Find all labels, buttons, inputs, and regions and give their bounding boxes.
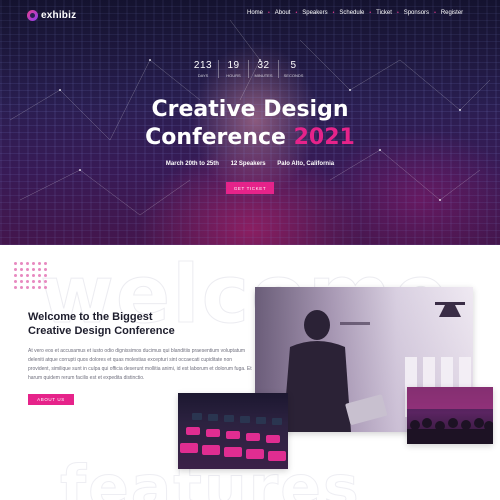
- hero-title-year: 2021: [293, 125, 355, 150]
- countdown-value: 32: [257, 60, 270, 71]
- event-date: March 20th to 25th: [165, 161, 219, 167]
- nav-separator-icon: •: [396, 10, 399, 16]
- welcome-title: Welcome to the Biggest Creative Design C…: [28, 310, 248, 338]
- nav-separator-icon: •: [268, 10, 270, 16]
- nav-separator-icon: •: [369, 10, 372, 16]
- countdown-seconds: 5 Seconds: [278, 60, 308, 78]
- nav-item-ticket[interactable]: Ticket: [376, 10, 392, 17]
- nav-item-speakers[interactable]: Speakers: [302, 10, 327, 17]
- nav-separator-icon: •: [434, 10, 436, 16]
- brand-logo[interactable]: exhibiz: [27, 8, 76, 22]
- nav-item-sponsors[interactable]: Sponsors: [404, 10, 429, 17]
- countdown-value: 5: [290, 60, 297, 71]
- nav-item-register[interactable]: Register: [441, 10, 463, 17]
- seats-illustration: [180, 413, 286, 461]
- countdown-label: Minutes: [254, 73, 273, 78]
- welcome-title-line2: Creative Design Conference: [28, 325, 175, 337]
- countdown-value: 213: [193, 60, 213, 71]
- event-info: March 20th to 25th 12 Speakers Palo Alto…: [0, 161, 500, 167]
- countdown-label: Seconds: [283, 73, 304, 78]
- countdown-label: Hours: [226, 73, 241, 78]
- brand-name: exhibiz: [41, 9, 77, 21]
- countdown-days: 213 Days: [188, 60, 218, 78]
- nav-separator-icon: •: [332, 10, 335, 16]
- welcome-description: At vero eos et accusamus et iusto odio d…: [28, 348, 252, 381]
- page: exhibiz Home • About • Speakers • Schedu…: [0, 0, 500, 500]
- hero-section: exhibiz Home • About • Speakers • Schedu…: [0, 0, 500, 245]
- hero-title-line2: Conference: [145, 125, 286, 150]
- crowd-illustration: [407, 387, 493, 444]
- nav-item-home[interactable]: Home: [247, 10, 263, 17]
- nav-item-schedule[interactable]: Schedule: [339, 10, 364, 17]
- audience-crowd-photo: [407, 387, 493, 444]
- nav-item-about[interactable]: About: [275, 10, 291, 17]
- countdown-label: Days: [197, 73, 209, 78]
- dots-decoration: [14, 262, 47, 289]
- logo-icon: [27, 9, 38, 21]
- event-location: Palo Alto, California: [277, 161, 335, 167]
- countdown-minutes: 32 Minutes: [248, 60, 278, 78]
- about-us-button[interactable]: ABOUT US: [28, 394, 74, 405]
- main-nav: Home • About • Speakers • Schedule • Tic…: [247, 10, 463, 17]
- audience-seats-photo: [178, 393, 288, 469]
- countdown-value: 19: [227, 60, 240, 71]
- nav-separator-icon: •: [295, 10, 298, 16]
- event-speakers: 12 Speakers: [230, 161, 266, 167]
- countdown-timer: 213 Days 19 Hours 32 Minutes 5 Seconds: [188, 60, 308, 78]
- welcome-title-line1: Welcome to the Biggest: [28, 311, 153, 323]
- hero-title: Creative Design Conference 2021: [0, 96, 500, 152]
- countdown-hours: 19 Hours: [218, 60, 248, 78]
- get-ticket-button[interactable]: GET TICKET: [226, 182, 274, 194]
- hero-title-line1: Creative Design: [151, 97, 349, 122]
